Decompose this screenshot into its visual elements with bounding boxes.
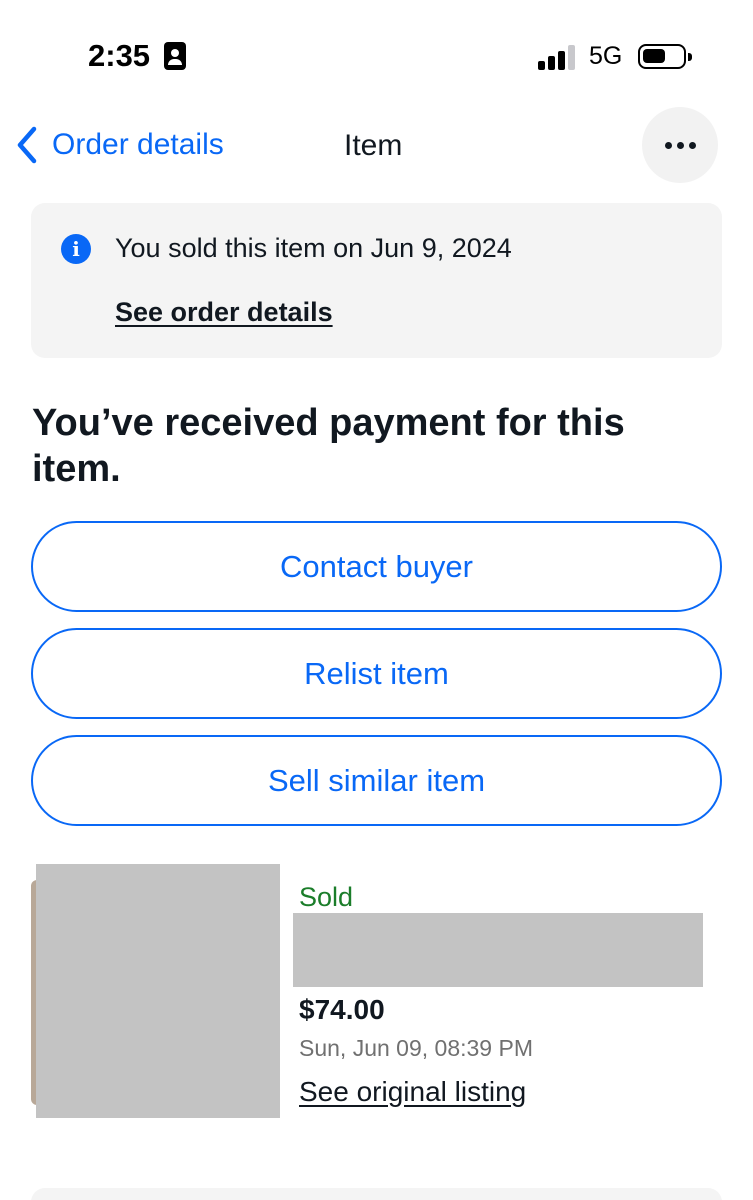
page-title: Item — [344, 129, 403, 162]
banner-message: You sold this item on Jun 9, 2024 — [115, 233, 512, 263]
see-order-details-link[interactable]: See order details — [115, 297, 333, 328]
contact-card-icon — [164, 42, 186, 70]
status-bar: 2:35 5G — [0, 0, 753, 110]
next-section-card — [31, 1188, 722, 1200]
signal-icon — [538, 44, 578, 70]
sold-info-banner: i You sold this item on Jun 9, 2024 See … — [31, 203, 722, 358]
back-label: Order details — [52, 128, 224, 161]
chevron-left-icon — [17, 126, 37, 164]
sold-date: Sun, Jun 09, 08:39 PM — [299, 1035, 533, 1061]
info-icon: i — [61, 234, 91, 264]
status-time: 2:35 — [88, 38, 151, 73]
item-image-redacted[interactable] — [36, 864, 280, 1118]
sold-status-label: Sold — [299, 882, 354, 912]
contact-buyer-button[interactable]: Contact buyer — [31, 521, 722, 612]
more-horizontal-icon — [664, 141, 672, 149]
back-button[interactable]: Order details — [14, 123, 224, 167]
nav-bar: Order details Item — [0, 105, 753, 185]
network-label: 5G — [589, 42, 623, 70]
relist-item-button[interactable]: Relist item — [31, 628, 722, 719]
item-price: $74.00 — [299, 994, 385, 1025]
see-original-listing-link[interactable]: See original listing — [299, 1076, 526, 1108]
sell-similar-item-button[interactable]: Sell similar item — [31, 735, 722, 826]
battery-icon — [638, 44, 692, 69]
payment-heading: You’ve received payment for this item. — [32, 402, 625, 490]
item-title-redacted — [293, 913, 703, 987]
item-page: 2:35 5G Order details Item i You sold th… — [0, 0, 753, 1200]
more-options-button[interactable] — [642, 107, 718, 183]
